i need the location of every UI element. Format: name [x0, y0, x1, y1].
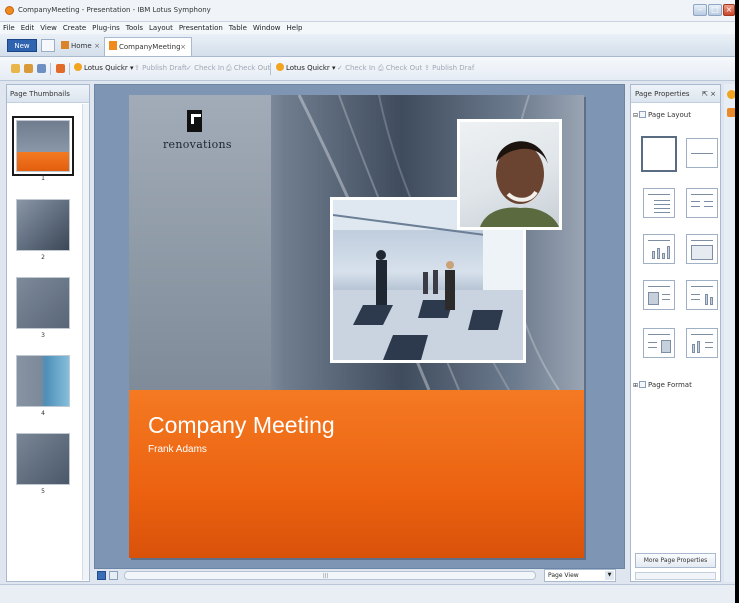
application-window: CompanyMeeting - Presentation - IBM Lotu…	[0, 0, 739, 603]
export-icon[interactable]	[56, 64, 65, 73]
slide-title[interactable]: Company Meeting	[148, 412, 335, 439]
panel-controls[interactable]: ⇱ ×	[702, 85, 716, 103]
quickr-icon	[276, 63, 284, 71]
horizontal-scrollbar[interactable]: |||	[124, 571, 536, 580]
layout-blank[interactable]	[641, 136, 677, 172]
page-layout-icon	[639, 111, 646, 118]
logo-text: renovations	[163, 138, 232, 151]
page-format-icon	[639, 381, 646, 388]
minimize-button[interactable]: –	[693, 4, 707, 16]
thumbnail-number: 5	[41, 488, 45, 495]
properties-scrollbar[interactable]	[635, 572, 716, 580]
layout-title-table[interactable]	[686, 234, 718, 264]
chevron-down-icon: ▼	[605, 571, 614, 580]
slide-subtitle[interactable]: Frank Adams	[148, 444, 207, 455]
layout-chart-text[interactable]	[686, 328, 718, 358]
menu-file[interactable]: File	[0, 22, 18, 34]
lotus-quickr-menu-1[interactable]: Lotus Quickr ▾	[74, 63, 134, 74]
thumbnail-number: 4	[41, 410, 45, 417]
new-document-icon[interactable]	[11, 64, 20, 73]
view-controls-bar: ||| Page View ▼	[94, 569, 625, 582]
menu-presentation[interactable]: Presentation	[176, 22, 226, 34]
open-documents-icon[interactable]	[41, 39, 55, 52]
view-mode-select[interactable]: Page View ▼	[544, 569, 616, 582]
thumbnail-number: 3	[41, 332, 45, 339]
slide-thumbnail-1[interactable]	[12, 116, 74, 176]
menu-table[interactable]: Table	[226, 22, 250, 34]
sorter-view-icon[interactable]	[109, 571, 118, 580]
menu-bar: File Edit View Create Plug-ins Tools Layout Pre…	[0, 22, 739, 34]
main-toolbar: Lotus Quickr ▾ ⇪ Publish Draft ✓ Check I…	[0, 57, 739, 81]
page-properties-panel: Page Properties ⇱ × ⊟ Page Layout ⊞ Page F…	[630, 84, 721, 582]
layout-title-chart[interactable]	[643, 234, 675, 264]
menu-tools[interactable]: Tools	[123, 22, 146, 34]
layout-title-two-content[interactable]	[686, 188, 718, 218]
lotus-quickr-menu-2[interactable]: Lotus Quickr ▾	[276, 63, 336, 74]
publish-draft-button-2[interactable]: ⇪ Publish Draf	[424, 63, 474, 74]
tab-company-meeting[interactable]: CompanyMeeting ×	[104, 37, 192, 56]
layout-title-only[interactable]	[686, 138, 718, 168]
new-button[interactable]: New	[7, 39, 37, 52]
portrait-figure	[480, 141, 559, 227]
home-icon	[61, 41, 69, 49]
open-folder-icon[interactable]	[24, 64, 33, 73]
page-thumbnails-panel: Page Thumbnails 1 2 3 4 5	[6, 84, 90, 582]
menu-window[interactable]: Window	[250, 22, 284, 34]
symphony-app-icon	[5, 6, 14, 15]
tab-home[interactable]: Home ×	[58, 39, 102, 53]
slide-thumbnail-4[interactable]	[16, 355, 70, 407]
publish-draft-button-1[interactable]: ⇪ Publish Draft	[134, 63, 187, 74]
slide-thumbnail-3[interactable]	[16, 277, 70, 329]
check-in-button-2[interactable]: ✓ Check In	[337, 63, 375, 74]
menu-create[interactable]: Create	[60, 22, 89, 34]
menu-help[interactable]: Help	[284, 22, 306, 34]
window-title: CompanyMeeting - Presentation - IBM Lotu…	[18, 6, 211, 14]
close-window-button[interactable]: ×	[723, 4, 735, 16]
layout-title-text-chart[interactable]	[686, 280, 718, 310]
close-document-tab-icon[interactable]: ×	[180, 38, 186, 57]
status-bar	[0, 584, 739, 603]
menu-edit[interactable]: Edit	[18, 22, 38, 34]
presentation-doc-icon	[109, 41, 117, 50]
layout-title-content[interactable]	[643, 188, 675, 218]
normal-view-icon[interactable]	[97, 571, 106, 580]
slide-thumbnail-5[interactable]	[16, 433, 70, 485]
layout-text-image[interactable]	[643, 328, 675, 358]
menu-plug-ins[interactable]: Plug-ins	[89, 22, 123, 34]
section-page-format[interactable]: ⊞ Page Format	[633, 381, 692, 389]
more-page-properties-button[interactable]: More Page Properties	[635, 553, 716, 568]
maximize-button[interactable]: □	[708, 4, 722, 16]
layout-title-image-text[interactable]	[643, 280, 675, 310]
save-icon[interactable]	[37, 64, 46, 73]
slide-1[interactable]: renovations Company Meeting Frank Adams	[129, 95, 584, 558]
page-properties-title: Page Properties ⇱ ×	[631, 85, 720, 103]
section-page-layout[interactable]: ⊟ Page Layout	[633, 111, 691, 119]
document-tab-bar: New Home × CompanyMeeting ×	[0, 34, 739, 57]
slide-thumbnail-2[interactable]	[16, 199, 70, 251]
close-home-tab-icon[interactable]: ×	[94, 39, 100, 53]
check-out-button-2[interactable]: ⎙ Check Out	[378, 63, 422, 74]
title-bar: CompanyMeeting - Presentation - IBM Lotu…	[0, 0, 739, 22]
thumbnails-scrollbar[interactable]	[82, 104, 89, 580]
thumbnail-number: 2	[41, 254, 45, 261]
check-out-button-1[interactable]: ⎙ Check Out	[226, 63, 270, 74]
thumbnail-number: 1	[41, 175, 45, 182]
portrait-photo	[457, 119, 562, 230]
menu-view[interactable]: View	[37, 22, 60, 34]
check-in-button-1[interactable]: ✓ Check In	[186, 63, 224, 74]
page-thumbnails-title: Page Thumbnails	[7, 85, 89, 103]
menu-layout[interactable]: Layout	[146, 22, 176, 34]
quickr-icon	[74, 63, 82, 71]
renovations-logo-icon	[187, 110, 202, 132]
